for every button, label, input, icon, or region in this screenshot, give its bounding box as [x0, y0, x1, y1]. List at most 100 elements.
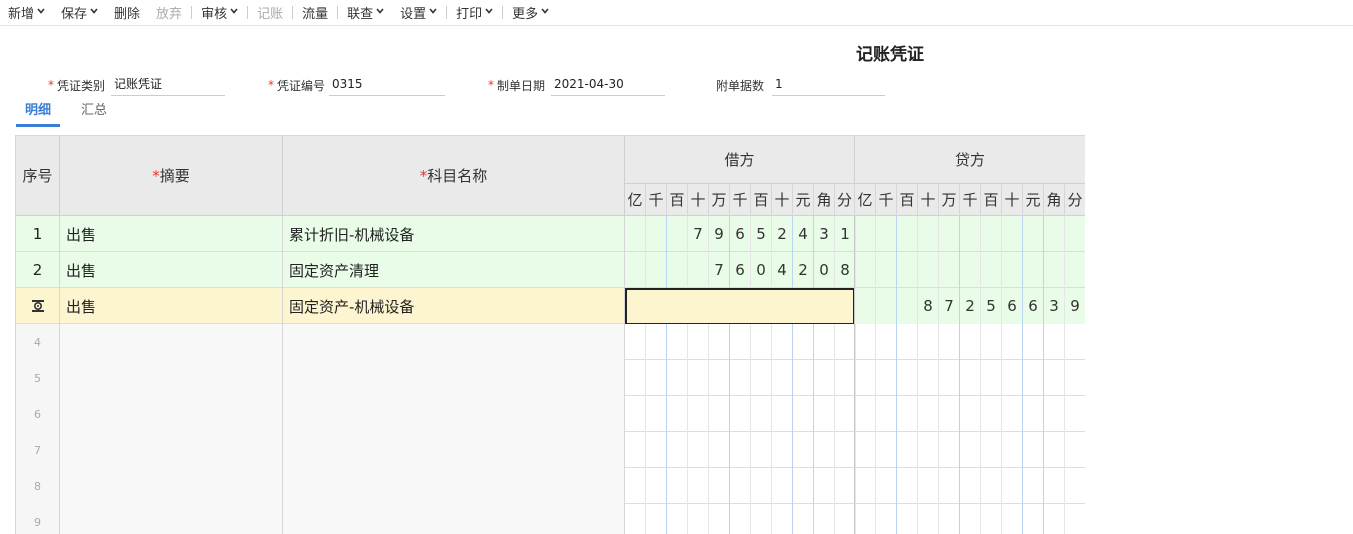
- chevron-down-icon: [230, 7, 238, 17]
- row-subject[interactable]: [283, 324, 625, 360]
- voucher-date-label: 制单日期: [497, 78, 546, 93]
- debit-digit: [625, 468, 646, 504]
- debit-digit: [793, 468, 814, 504]
- toolbar-item[interactable]: 保存: [53, 0, 106, 26]
- debit-digit: [625, 324, 646, 360]
- voucher-type-label: 凭证类别: [57, 78, 106, 93]
- row-subject[interactable]: 累计折旧-机械设备: [283, 216, 625, 252]
- credit-digit: [1002, 252, 1023, 288]
- credit-digit: [855, 360, 876, 396]
- row-subject[interactable]: [283, 468, 625, 504]
- toolbar-item[interactable]: 审核: [193, 0, 246, 26]
- row-summary[interactable]: 出售: [60, 216, 283, 252]
- toolbar-item[interactable]: 记账: [249, 0, 291, 26]
- voucher-date-input[interactable]: 2021-04-30: [551, 74, 665, 96]
- attachment-count-input[interactable]: 1: [772, 74, 885, 96]
- toolbar-item[interactable]: 删除: [106, 0, 148, 26]
- credit-digit: [897, 468, 918, 504]
- insert-row-icon[interactable]: [30, 299, 46, 313]
- row-subject[interactable]: 固定资产清理: [283, 252, 625, 288]
- tab-summary[interactable]: 汇总: [81, 101, 107, 127]
- debit-digit: [793, 504, 814, 534]
- section-divider: [854, 252, 855, 288]
- row-summary[interactable]: [60, 360, 283, 396]
- voucher-type-input[interactable]: 记账凭证: [111, 74, 225, 96]
- credit-digit: [855, 396, 876, 432]
- toolbar-item[interactable]: 放弃: [148, 0, 190, 26]
- credit-digit: [1044, 468, 1065, 504]
- toolbar-item[interactable]: 更多: [504, 0, 557, 26]
- row-summary[interactable]: [60, 396, 283, 432]
- credit-digit: [897, 216, 918, 252]
- row-subject[interactable]: [283, 396, 625, 432]
- tab-bar: 明细 汇总: [16, 101, 107, 127]
- required-mark: *: [48, 78, 54, 92]
- row-seq[interactable]: [16, 288, 60, 324]
- debit-digit: [814, 396, 835, 432]
- tab-detail[interactable]: 明细: [16, 101, 60, 127]
- voucher-number-input[interactable]: 0315: [329, 74, 445, 96]
- credit-digit: [1044, 360, 1065, 396]
- attachment-count-label: 附单据数: [716, 78, 765, 93]
- toolbar-item-label: 流量: [302, 7, 329, 22]
- credit-digit: [1044, 324, 1065, 360]
- toolbar-item[interactable]: 流量: [294, 0, 336, 26]
- debit-digit: 3: [814, 216, 835, 252]
- credit-digit: [876, 432, 897, 468]
- voucher-number-field: * 凭证编号 0315: [268, 74, 445, 96]
- row-seq: 6: [16, 396, 60, 432]
- credit-digit: [1002, 504, 1023, 534]
- row-summary[interactable]: [60, 468, 283, 504]
- credit-digit: [855, 468, 876, 504]
- debit-input-focused[interactable]: [625, 288, 855, 325]
- row-summary[interactable]: 出售: [60, 252, 283, 288]
- debit-digit: [646, 504, 667, 534]
- table-row[interactable]: 出售 固定资产-机械设备 8 7 2 5 6 6 3 9: [16, 288, 1085, 325]
- debit-digit: [814, 360, 835, 396]
- debit-digit: [709, 504, 730, 534]
- debit-digit: [730, 324, 751, 360]
- credit-digit: [1044, 432, 1065, 468]
- table-row[interactable]: 6: [16, 396, 1085, 432]
- debit-digit: [814, 468, 835, 504]
- row-subject[interactable]: [283, 360, 625, 396]
- debit-digit: [772, 396, 793, 432]
- debit-digit: [625, 252, 646, 288]
- debit-digit: [730, 468, 751, 504]
- table-row[interactable]: 8: [16, 468, 1085, 504]
- debit-digit: [709, 468, 730, 504]
- credit-unit-header: 角: [1044, 184, 1065, 216]
- row-summary[interactable]: 出售: [60, 288, 283, 324]
- debit-digit: 0: [814, 252, 835, 288]
- credit-digit: [1065, 216, 1085, 252]
- toolbar-item[interactable]: 新增: [0, 0, 53, 26]
- chevron-down-icon: [541, 7, 549, 17]
- row-subject[interactable]: 固定资产-机械设备: [283, 288, 625, 324]
- row-summary[interactable]: [60, 504, 283, 534]
- toolbar-item[interactable]: 打印: [448, 0, 501, 26]
- credit-digit: [1002, 432, 1023, 468]
- credit-digit: [960, 432, 981, 468]
- row-summary[interactable]: [60, 324, 283, 360]
- table-row[interactable]: 4: [16, 324, 1085, 360]
- table-row[interactable]: 9: [16, 504, 1085, 534]
- table-row[interactable]: 2 出售 固定资产清理 7 6 0 4 2 0 8: [16, 252, 1085, 288]
- debit-digit: 4: [772, 252, 793, 288]
- debit-digit: [646, 252, 667, 288]
- toolbar-item[interactable]: 设置: [392, 0, 445, 26]
- table-row[interactable]: 1 出售 累计折旧-机械设备 7 9 6 5 2 4 3 1: [16, 216, 1085, 252]
- row-subject[interactable]: [283, 432, 625, 468]
- section-divider: [854, 396, 855, 432]
- credit-digit: 2: [960, 288, 981, 324]
- debit-digit: [814, 432, 835, 468]
- row-subject[interactable]: [283, 504, 625, 534]
- row-summary[interactable]: [60, 432, 283, 468]
- debit-digit: 1: [835, 216, 856, 252]
- table-row[interactable]: 5: [16, 360, 1085, 396]
- toolbar-item[interactable]: 联查: [339, 0, 392, 26]
- debit-digit: [793, 324, 814, 360]
- table-row[interactable]: 7: [16, 432, 1085, 468]
- debit-digit: [835, 504, 856, 534]
- toolbar-item-label: 更多: [512, 7, 539, 22]
- header-credit: 贷方: [855, 136, 1085, 184]
